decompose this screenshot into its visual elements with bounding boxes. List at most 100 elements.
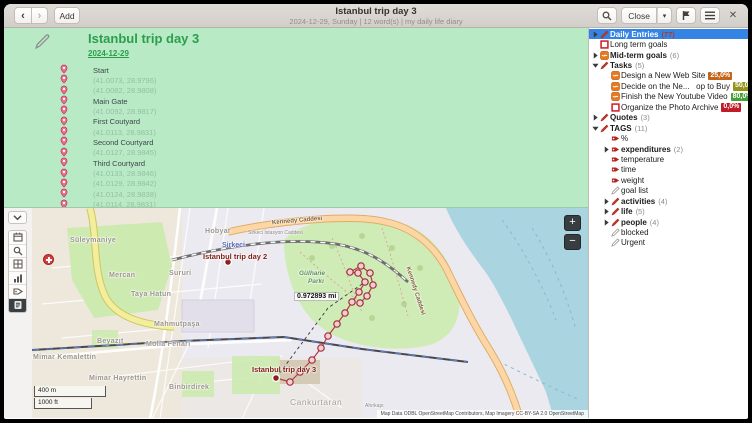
- close-entry-button[interactable]: Close: [621, 7, 657, 24]
- expander-right-icon[interactable]: [591, 114, 600, 121]
- tree-item-label: expenditures: [621, 145, 671, 154]
- route-point-marker[interactable]: [349, 299, 355, 305]
- tree-item-daily-entries[interactable]: Daily Entries(77): [589, 29, 748, 39]
- menu-button[interactable]: [700, 7, 720, 24]
- route-point-marker[interactable]: [334, 321, 340, 327]
- map-scale-imperial: 1000 ft: [34, 398, 92, 409]
- expander-down-icon[interactable]: [591, 125, 600, 132]
- expander-right-icon[interactable]: [602, 146, 611, 153]
- trip-pin-marker[interactable]: [225, 259, 232, 266]
- entry-line[interactable]: (41.0092, 28.9817): [60, 106, 156, 116]
- tree-item-weight[interactable]: weight: [589, 175, 748, 185]
- tree-item-people[interactable]: people(4): [589, 217, 748, 227]
- pencil-red-icon: [600, 61, 610, 70]
- tree-item-blocked[interactable]: blocked: [589, 227, 748, 237]
- entry-line[interactable]: (41.0114, 28.9831): [60, 200, 156, 208]
- hospital-marker-icon[interactable]: [43, 254, 54, 265]
- route-point-marker[interactable]: [297, 369, 303, 375]
- tree-item-decide-on-the-ne-op-to-buy[interactable]: Decide on the Ne... op to Buy50,0%: [589, 81, 748, 91]
- route-point-marker[interactable]: [287, 379, 293, 385]
- collapse-panel-button[interactable]: [8, 211, 27, 224]
- gps-coordinate-text: (41.0129, 28.9842): [93, 179, 156, 188]
- entry-line[interactable]: (41.0073, 28.9796): [60, 75, 156, 85]
- entry-date-link[interactable]: 2024-12-29: [88, 49, 129, 58]
- route-point-marker[interactable]: [325, 333, 331, 339]
- journal-editor[interactable]: Istanbul trip day 3 2024-12-29 Start(41.…: [4, 28, 588, 208]
- tree-item-long-term-goals[interactable]: Long term goals: [589, 39, 748, 49]
- route-point-marker[interactable]: [358, 263, 364, 269]
- back-button[interactable]: ‹: [14, 7, 32, 24]
- item-count: (5): [635, 61, 644, 70]
- route-point-marker[interactable]: [370, 282, 376, 288]
- entry-line[interactable]: (41.0113, 28.9831): [60, 127, 156, 137]
- route-point-marker[interactable]: [356, 289, 362, 295]
- entry-line[interactable]: Third Courtyard: [60, 158, 145, 168]
- tree-item-finish-the-new-youtube-video[interactable]: Finish the New Youtube Video80,0%: [589, 92, 748, 102]
- checkbox-red-icon: [611, 103, 621, 112]
- window-close-button[interactable]: ✕: [726, 9, 740, 23]
- trip-pin-marker[interactable]: [273, 375, 280, 382]
- tree-item-life[interactable]: life(5): [589, 206, 748, 216]
- tree-item-goal-list[interactable]: goal list: [589, 186, 748, 196]
- map-zoom-in-button[interactable]: +: [564, 215, 581, 231]
- route-point-marker[interactable]: [362, 279, 368, 285]
- entry-line[interactable]: (41.0124, 28.9838): [60, 189, 156, 199]
- tree-item-quotes[interactable]: Quotes(3): [589, 113, 748, 123]
- tree-item-expenditures[interactable]: expenditures(2): [589, 144, 748, 154]
- route-point-marker[interactable]: [309, 357, 315, 363]
- forward-button[interactable]: ›: [32, 7, 48, 24]
- tree-item-organize-the-photo-archive[interactable]: Organize the Photo Archive0,0%: [589, 102, 748, 112]
- tree-item-[interactable]: %: [589, 133, 748, 143]
- entry-line[interactable]: (41.0129, 28.9842): [60, 179, 156, 189]
- flag-button[interactable]: [676, 7, 696, 24]
- tree-item-design-a-new-web-site[interactable]: Design a New Web Site25,0%: [589, 71, 748, 81]
- route-point-marker[interactable]: [318, 345, 324, 351]
- entry-line[interactable]: First Coutyard: [60, 117, 140, 127]
- expander-right-icon[interactable]: [591, 31, 600, 38]
- search-panel-button[interactable]: [9, 245, 26, 259]
- expander-down-icon[interactable]: [591, 62, 600, 69]
- entry-line[interactable]: (41.0082, 28.9808): [60, 86, 156, 96]
- add-button[interactable]: Add: [54, 7, 80, 24]
- chevron-down-icon: ▾: [663, 12, 667, 20]
- close-dropdown-button[interactable]: ▾: [657, 7, 672, 24]
- route-point-marker[interactable]: [342, 310, 348, 316]
- tree-item-mid-term-goals[interactable]: Mid-term goals(6): [589, 50, 748, 60]
- route-point-marker[interactable]: [364, 293, 370, 299]
- tree-item-activities[interactable]: activities(4): [589, 196, 748, 206]
- tree-item-urgent[interactable]: Urgent: [589, 238, 748, 248]
- gps-coordinate-text: (41.0113, 28.9831): [93, 128, 156, 137]
- expander-right-icon[interactable]: [602, 219, 611, 226]
- calendar-panel-button[interactable]: [9, 231, 26, 245]
- back-arrow-icon: ‹: [21, 10, 25, 22]
- entry-line[interactable]: Second Courtyard: [60, 137, 153, 147]
- route-point-marker[interactable]: [367, 270, 373, 276]
- grid-icon: [13, 259, 23, 269]
- route-point-marker[interactable]: [357, 300, 363, 306]
- entry-line[interactable]: Main Gate: [60, 96, 128, 106]
- tree-item-tasks[interactable]: Tasks(5): [589, 60, 748, 70]
- notes-panel-button[interactable]: [9, 299, 26, 313]
- tree-item-temperature[interactable]: temperature: [589, 154, 748, 164]
- entry-line[interactable]: (41.0133, 28.9846): [60, 169, 156, 179]
- item-count: (6): [670, 51, 679, 60]
- tree-item-label: life: [621, 207, 633, 216]
- tree-item-tags[interactable]: TAGS(11): [589, 123, 748, 133]
- expander-right-icon[interactable]: [602, 198, 611, 205]
- entry-line[interactable]: (41.0127, 28.9845): [60, 148, 156, 158]
- map-canvas[interactable]: SüleymaniyeHobyarKennedy CaddesiSirkeci …: [32, 208, 588, 418]
- search-button[interactable]: [597, 7, 617, 24]
- tree-item-label: Design a New Web Site: [621, 71, 705, 80]
- grid-panel-button[interactable]: [9, 258, 26, 272]
- tags-panel-button[interactable]: [9, 285, 26, 299]
- item-count: (5): [636, 207, 645, 216]
- tree-item-time[interactable]: time: [589, 165, 748, 175]
- search-icon: [13, 246, 23, 256]
- panel-button-stack: [8, 230, 27, 313]
- expander-right-icon[interactable]: [591, 52, 600, 59]
- chart-panel-button[interactable]: [9, 272, 26, 286]
- route-point-marker[interactable]: [355, 270, 361, 276]
- route-point-marker[interactable]: [347, 269, 353, 275]
- expander-right-icon[interactable]: [602, 208, 611, 215]
- map-zoom-out-button[interactable]: −: [564, 234, 581, 250]
